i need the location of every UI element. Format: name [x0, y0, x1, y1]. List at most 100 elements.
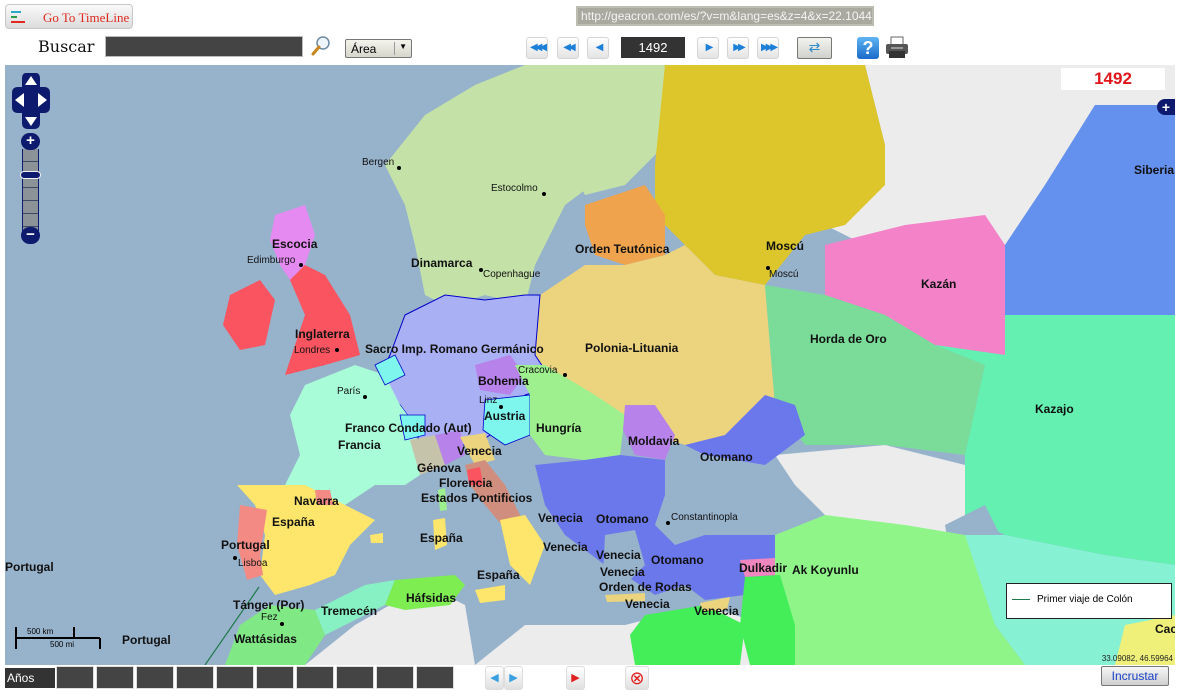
url-field[interactable]: http://geacron.com/es/?v=m&lang=es&z=4&x…	[576, 6, 874, 26]
timeline-next-button[interactable]: ▶	[504, 666, 523, 690]
region-mar-negro	[665, 455, 795, 535]
label-realm: España	[477, 568, 520, 582]
search-label: Buscar	[38, 37, 95, 56]
label-city: Londres	[294, 345, 331, 356]
timeline-slot[interactable]	[136, 666, 174, 689]
label-realm: Moscú	[766, 239, 805, 253]
zoom-in-button[interactable]: +	[21, 133, 40, 150]
search-type-select[interactable]: Área ▼	[345, 39, 412, 58]
label-realm: Otomano	[596, 512, 649, 526]
label-realm: Franco Condado (Aut)	[345, 421, 472, 435]
map-base	[204, 65, 1175, 665]
label-realm: Ak Koyunlu	[792, 563, 859, 577]
label-realm: Venecia	[625, 597, 670, 611]
embed-button[interactable]: Incrustar	[1101, 666, 1169, 686]
zoom-out-button[interactable]: −	[21, 227, 40, 244]
legend-item-label: Primer viaje de Colón	[1037, 594, 1133, 605]
label-realm: Francia	[338, 438, 381, 452]
city-marker	[299, 263, 303, 267]
search-icon[interactable]	[310, 35, 332, 57]
year-input[interactable]: 1492	[621, 37, 685, 58]
label-city: Fez	[261, 612, 278, 623]
timeline-slot[interactable]	[176, 666, 214, 689]
label-realm: Bohemia	[478, 374, 529, 388]
label-realm: Kazajo	[1035, 402, 1074, 416]
timeline-slot[interactable]	[96, 666, 134, 689]
label-realm: España	[272, 515, 315, 529]
region-baleares	[370, 533, 383, 543]
timeline-play-button[interactable]: ▶	[566, 666, 585, 690]
label-realm: Siberia	[1134, 163, 1175, 177]
label-realm: España	[420, 531, 463, 545]
timeline-stop-button[interactable]: ⊗	[625, 666, 649, 690]
scale-bar: 500 km 500 mi	[15, 625, 103, 651]
label-realm: Inglaterra	[295, 327, 350, 341]
label-realm: Dinamarca	[411, 256, 473, 270]
label-realm: Horda de Oro	[810, 332, 887, 346]
label-realm: Orden de Rodas	[599, 580, 692, 594]
label-realm: Venecia	[457, 444, 502, 458]
print-icon[interactable]	[884, 36, 910, 60]
scale-mi-label: 500 mi	[50, 640, 75, 649]
label-realm: Moldavia	[628, 434, 680, 448]
label-realm: Dulkadir	[739, 561, 788, 575]
go-to-timeline-label: Go To TimeLine	[43, 10, 130, 25]
search-input[interactable]	[105, 36, 303, 57]
refresh-icon: ⇄	[808, 39, 821, 55]
timeline-slot[interactable]	[256, 666, 294, 689]
city-marker	[233, 556, 237, 560]
city-marker	[335, 348, 339, 352]
expand-panel-button[interactable]: +	[1157, 99, 1175, 115]
forward-button[interactable]: ▶	[697, 37, 719, 59]
first-button[interactable]: ◀◀◀	[526, 37, 548, 59]
label-city: Constantinopla	[671, 512, 738, 523]
year-badge: 1492	[1061, 68, 1165, 90]
label-realm: Orden Teutónica	[575, 242, 670, 256]
map-canvas[interactable]: Escocia Inglaterra Dinamarca Orden Teutó…	[5, 65, 1175, 665]
fast-forward-button[interactable]: ▶▶	[727, 37, 749, 59]
region-sicilia	[475, 585, 505, 603]
label-realm: Otomano	[700, 450, 753, 464]
label-realm: Florencia	[439, 476, 493, 490]
go-to-timeline-button[interactable]: Go To TimeLine	[5, 4, 133, 29]
route-line-icon	[1012, 599, 1030, 600]
years-label: Años	[5, 668, 55, 688]
region-irlanda	[223, 280, 275, 350]
timeline-prev-button[interactable]: ◀	[485, 666, 504, 690]
refresh-button[interactable]: ⇄	[797, 37, 832, 59]
label-realm: Polonia-Lituania	[585, 341, 679, 355]
label-realm: Escocia	[272, 237, 318, 251]
city-marker	[666, 521, 670, 525]
timeline-slot[interactable]	[376, 666, 414, 689]
fast-back-button[interactable]: ◀◀	[557, 37, 579, 59]
label-realm: Tremecén	[321, 604, 378, 618]
label-city: Estocolmo	[491, 183, 538, 194]
back-button[interactable]: ◀	[587, 37, 609, 59]
label-realm: Venecia	[596, 548, 641, 562]
city-marker	[563, 373, 567, 377]
timeline-slot[interactable]	[56, 666, 94, 689]
scale-km-label: 500 km	[27, 627, 54, 636]
help-icon[interactable]: ?	[857, 37, 879, 59]
label-realm: Venecia	[538, 511, 583, 525]
label-city: Moscú	[769, 269, 799, 280]
label-city: Bergen	[362, 157, 395, 168]
timeline-slot[interactable]	[216, 666, 254, 689]
label-city: Linz	[479, 395, 498, 406]
label-realm: Navarra	[294, 494, 339, 508]
stop-icon: ⊗	[629, 668, 645, 688]
pan-control[interactable]	[12, 73, 50, 129]
label-city: Edimburgo	[247, 255, 296, 266]
timeline-slot[interactable]	[296, 666, 334, 689]
zoom-track[interactable]	[22, 149, 39, 231]
search-type-value: Área	[351, 42, 377, 56]
timeline-slot[interactable]	[336, 666, 374, 689]
label-realm: Venecia	[600, 565, 645, 579]
zoom-handle[interactable]	[20, 171, 41, 179]
zoom-slider[interactable]: + −	[20, 133, 41, 245]
label-realm: Háfsidas	[406, 591, 457, 605]
timeline-slot[interactable]	[416, 666, 454, 689]
label-realm: Hungría	[536, 421, 582, 435]
legend: Primer viaje de Colón	[1006, 583, 1172, 619]
last-button[interactable]: ▶▶▶	[757, 37, 779, 59]
